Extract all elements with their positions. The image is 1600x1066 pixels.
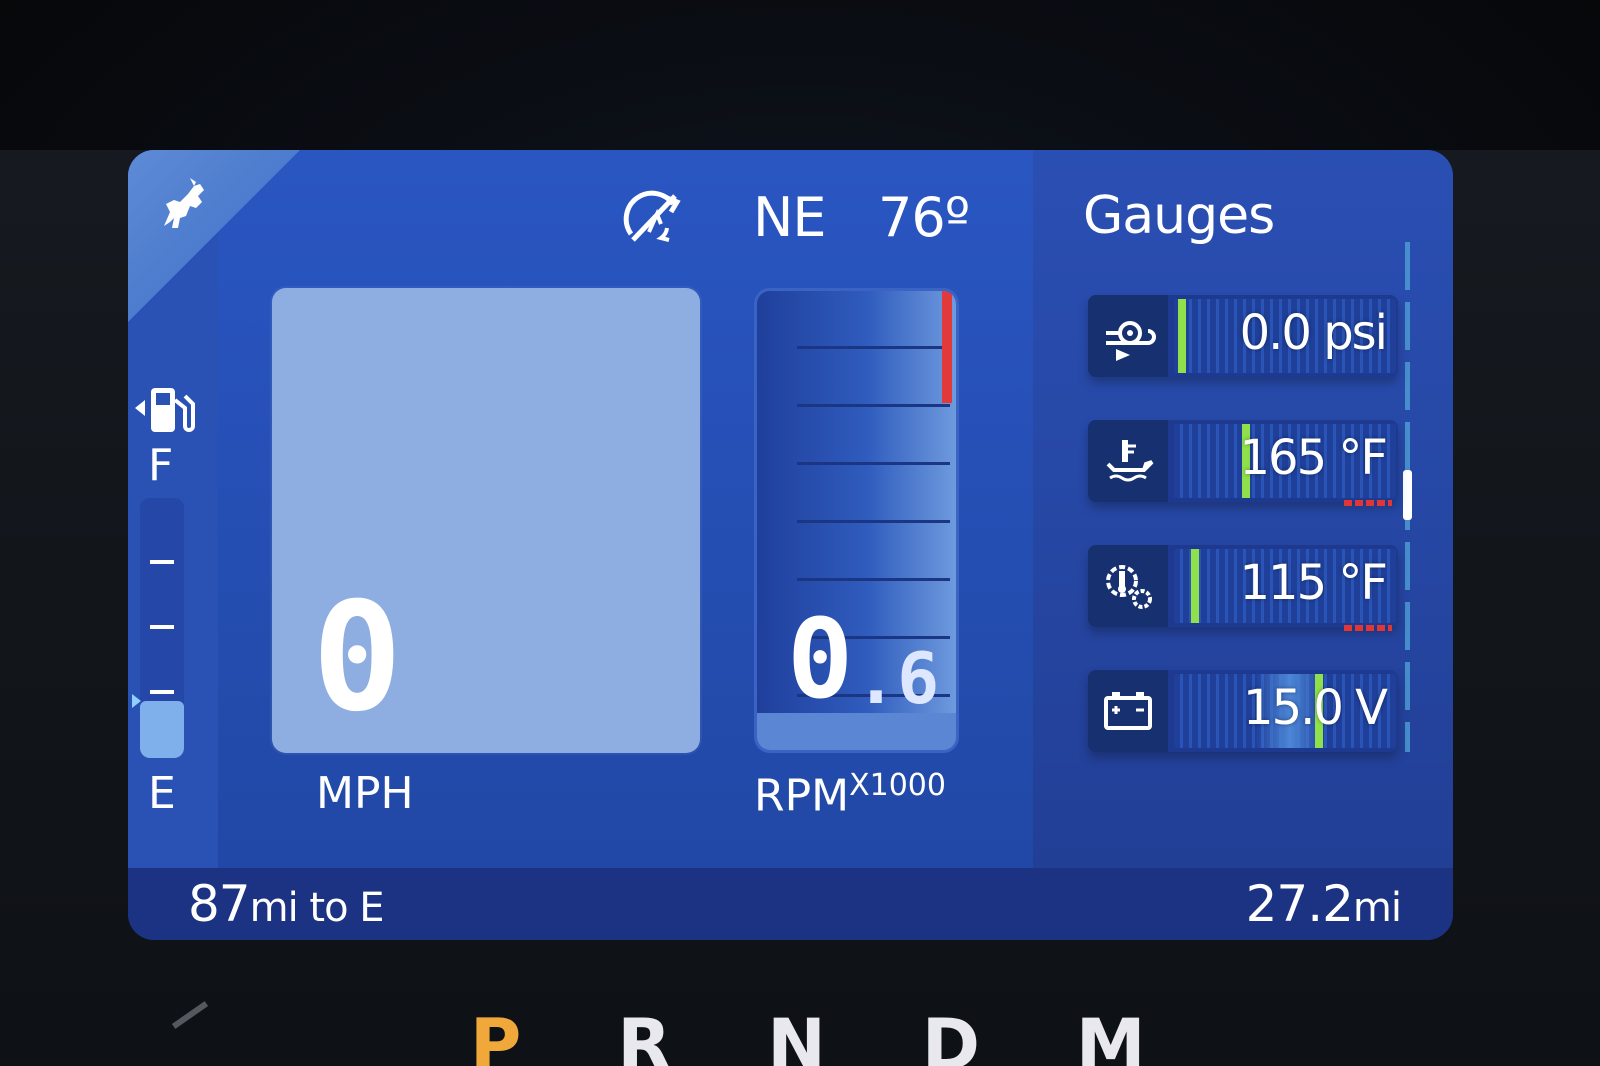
gauges-panel: Gauges 0.0 psi 165 °F 115 °F 15.0 V: [1033, 150, 1453, 868]
gauge-redzone: [1344, 500, 1392, 506]
rpm-gridline: [797, 520, 950, 523]
gauge-value: 15.0 V: [1243, 680, 1388, 736]
rpm-gridline: [797, 578, 950, 581]
turbo-boost-icon: [1106, 321, 1156, 361]
gauge-icon-box: [1088, 420, 1168, 502]
fuel-level-gauge: [132, 498, 184, 758]
gauge-battery[interactable]: 15.0 V: [1088, 670, 1398, 752]
range-unit: mi to E: [249, 885, 385, 931]
transmission-temperature-icon: [1106, 565, 1152, 609]
gauge-oil-temp[interactable]: 165 °F: [1088, 420, 1398, 506]
speedometer: 0: [272, 288, 700, 753]
fuel-full-label: F: [148, 440, 174, 491]
gauge-needle: [1178, 299, 1186, 373]
gauges-scroll-thumb[interactable]: [1403, 470, 1412, 520]
tachometer: 0 .6: [754, 288, 959, 753]
fuel-level-fill: [140, 701, 184, 758]
fuel-empty-label: E: [148, 768, 176, 819]
rpm-unit-label: RPMX1000: [754, 768, 946, 822]
gear-d: D: [921, 1010, 980, 1066]
compass-heading: NE: [753, 186, 827, 249]
fuel-pointer: [132, 694, 141, 708]
rpm-gridline: [797, 462, 950, 465]
range-value: 87: [188, 875, 251, 933]
oil-temperature-icon: [1106, 440, 1154, 482]
gauge-needle: [1191, 549, 1199, 623]
gauges-title: Gauges: [1083, 186, 1275, 246]
fuel-pump-icon: [135, 388, 195, 432]
speed-value: 0: [312, 571, 403, 745]
gauge-value: 165 °F: [1239, 430, 1388, 486]
fuel-tick: [150, 625, 174, 629]
gauge-trans-temp[interactable]: 115 °F: [1088, 545, 1398, 631]
trip-value: 27.2: [1245, 875, 1354, 933]
rpm-redline: [942, 291, 952, 403]
gear-m: M: [1075, 1010, 1146, 1066]
gear-r: R: [617, 1010, 672, 1066]
trip-unit: mi: [1352, 885, 1402, 931]
rpm-unit: RPM: [754, 770, 850, 822]
outside-temperature: 76º: [878, 186, 970, 249]
gear-p: P: [470, 1010, 522, 1066]
rpm-value: 0: [787, 595, 854, 723]
instrument-cluster-screen: NE 76º F E 0 MPH 0 .6 RPMX1000 Gauges 0.…: [128, 150, 1453, 940]
gauge-value: 0.0 psi: [1239, 305, 1388, 361]
lane-keeping-off-icon: [623, 190, 681, 242]
fuel-tick: [150, 560, 174, 564]
distance-to-empty: 87mi to E: [188, 875, 385, 933]
battery-icon: [1104, 692, 1152, 730]
gear-n: N: [767, 1010, 826, 1066]
rpm-decimal: .6: [855, 638, 940, 720]
gauge-boost[interactable]: 0.0 psi: [1088, 295, 1398, 377]
gear-selector: P R N D M: [470, 1010, 1170, 1066]
gauge-icon-box: [1088, 545, 1168, 627]
gauge-redzone: [1344, 625, 1392, 631]
fuel-tick: [150, 690, 174, 694]
gauge-icon-box: [1088, 670, 1168, 752]
rpm-gridline: [797, 404, 950, 407]
footer-bar: 87mi to E 27.2mi: [128, 868, 1453, 940]
rpm-multiplier: X1000: [849, 768, 946, 803]
bronco-horse-logo-icon: [164, 178, 204, 228]
rpm-gridline: [797, 346, 950, 349]
main-panel: NE 76º F E 0 MPH 0 .6 RPMX1000: [128, 150, 1033, 868]
speed-unit: MPH: [316, 768, 414, 819]
gauge-value: 115 °F: [1239, 555, 1388, 611]
trip-odometer: 27.2mi: [1245, 875, 1402, 933]
gauge-icon-box: [1088, 295, 1168, 377]
